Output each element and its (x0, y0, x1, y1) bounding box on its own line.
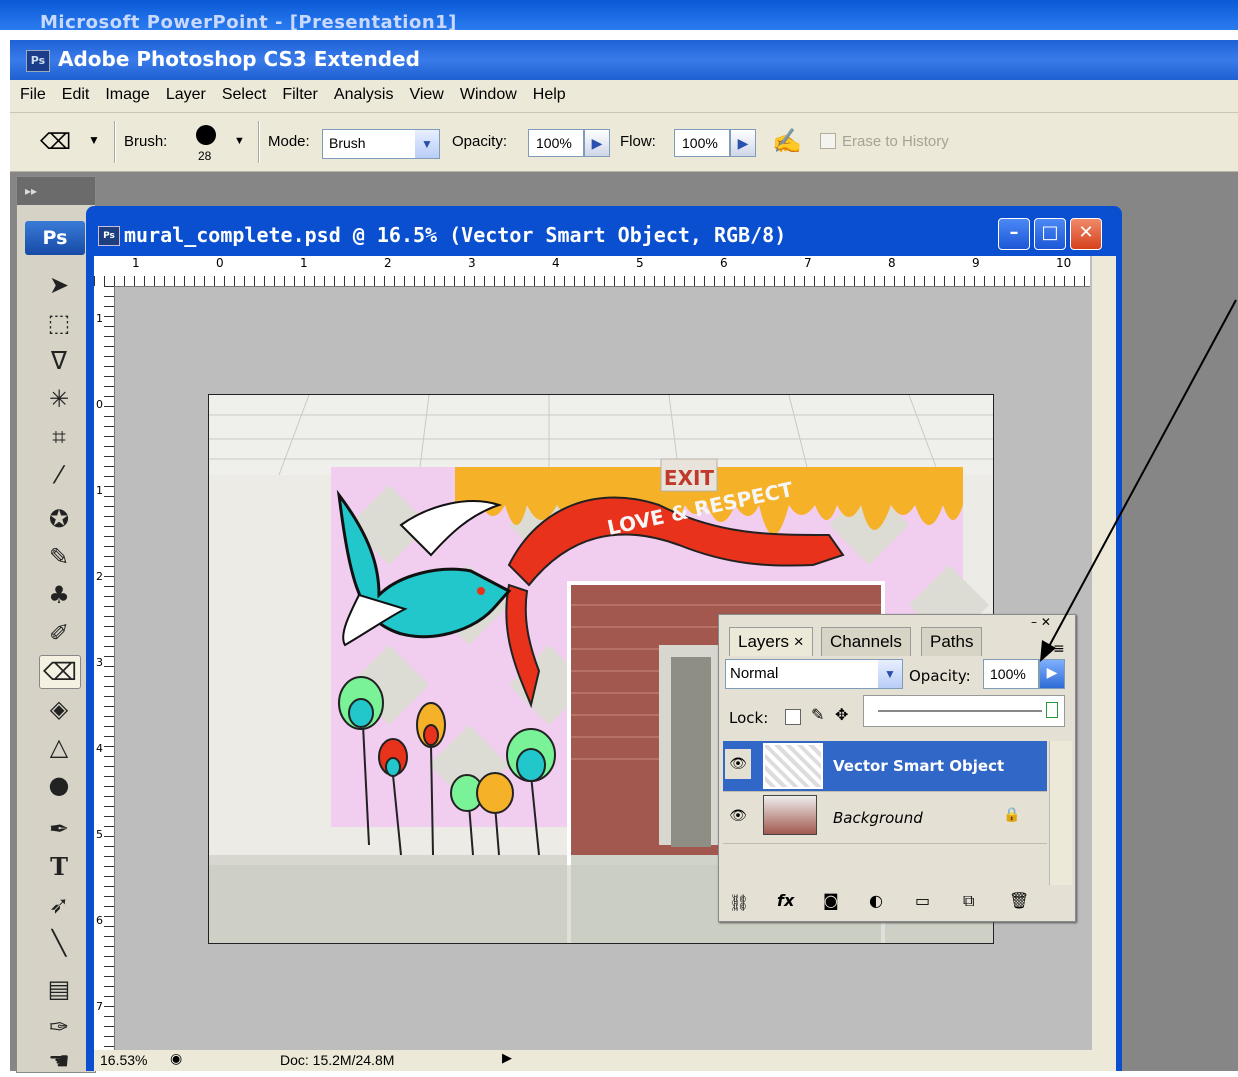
annotation-arrowhead (1040, 640, 1056, 662)
annotation-overlay (1040, 299, 1237, 662)
annotation-arrow (1045, 299, 1237, 653)
